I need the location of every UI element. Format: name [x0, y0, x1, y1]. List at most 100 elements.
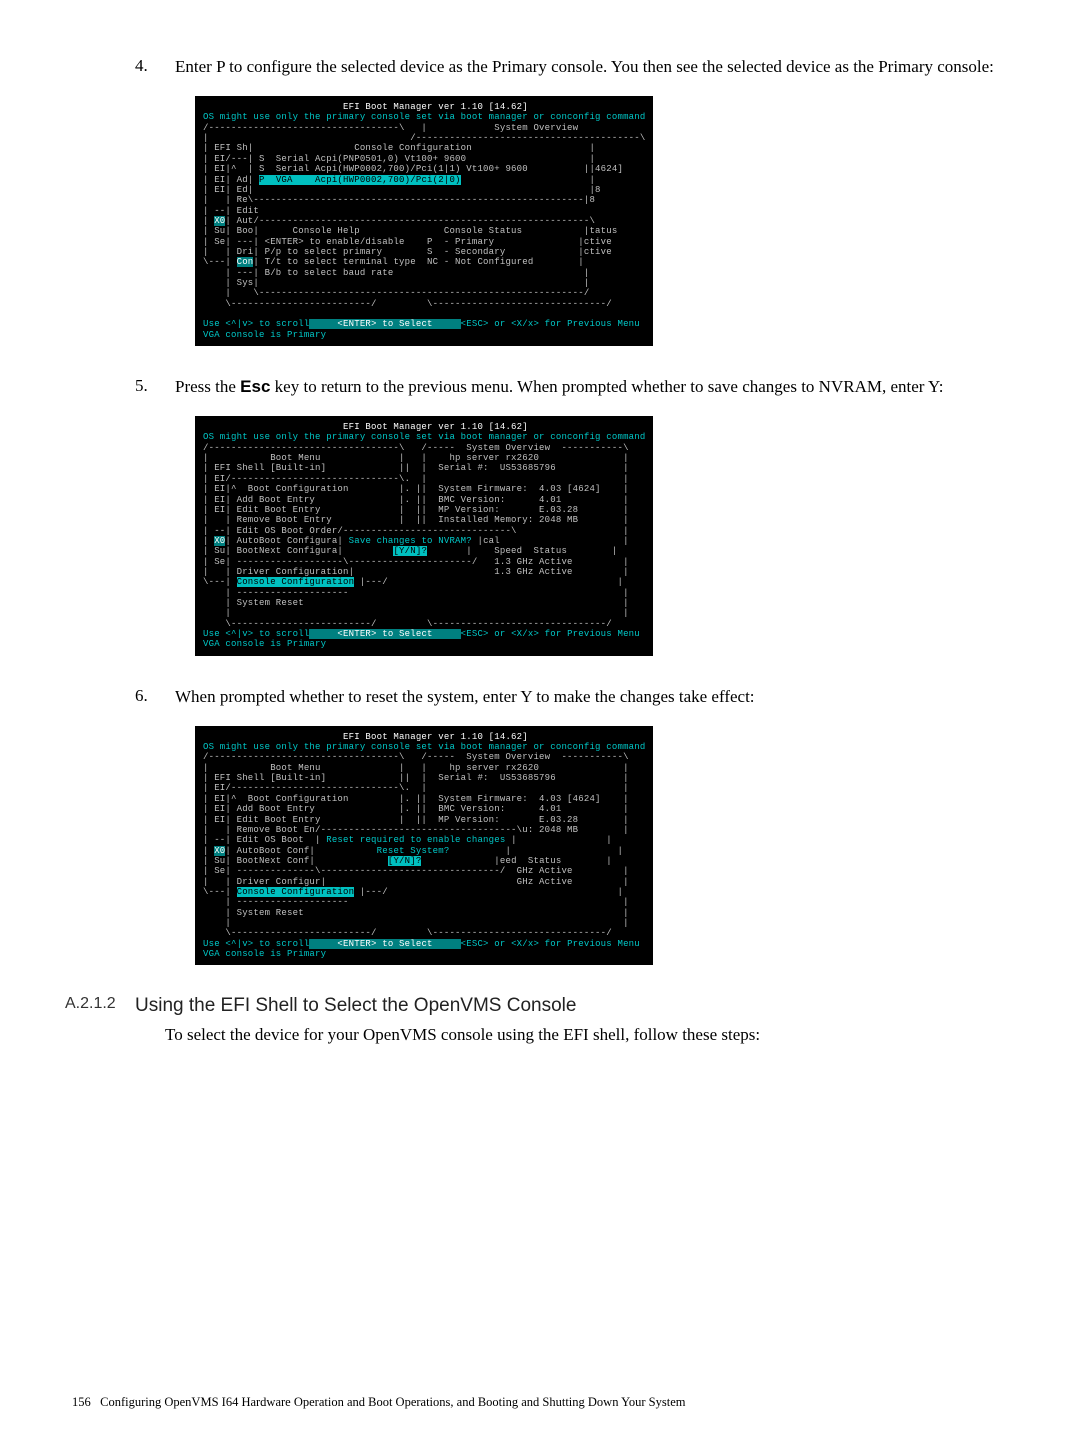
term3-warn: OS might use only the primary console se…	[203, 742, 645, 752]
term3-x0: X0	[214, 846, 225, 856]
term3-l14b: |---/ |	[354, 887, 623, 897]
term2-l03: | EFI Shell [Built-in] || | Serial #: US…	[203, 463, 629, 473]
term1-l14: \---|	[203, 257, 237, 267]
term3-l12: | Se| --------------\-------------------…	[203, 866, 629, 876]
step-6-text: When prompted whether to reset the syste…	[175, 686, 1008, 708]
term3-l05: | EI|^ Boot Configuration |. || System F…	[203, 794, 629, 804]
term3-title: EFI Boot Manager ver 1.10 [14.62]	[203, 732, 528, 742]
term1-l05: | EI|^ | S Serial Acpi(HWP0002,700)/Pci(…	[203, 164, 623, 174]
term1-l09: | --| Edit	[203, 206, 259, 216]
term1-selected-vga: P VGA Acpi(HWP0002,700)/Pci(2|0)	[259, 175, 461, 185]
term1-l14b: | T/t to select terminal type NC - Not C…	[253, 257, 583, 267]
terminal-3-wrap: EFI Boot Manager ver 1.10 [14.62] OS mig…	[195, 726, 1008, 966]
term3-l09: | --| Edit OS Boot |	[203, 835, 326, 845]
term2-l10b: | AutoBoot Configura|	[225, 536, 348, 546]
term3-l02: | Boot Menu | | hp server rx2620 |	[203, 763, 629, 773]
term2-l17: | |	[203, 608, 629, 618]
step-5: 5. Press the Esc key to return to the pr…	[115, 376, 1008, 398]
term3-l13: | | Driver Configur| GHz Active |	[203, 877, 629, 887]
term3-l17: | |	[203, 918, 629, 928]
term1-l07: | EI| Ed| |8	[203, 185, 601, 195]
term1-con: Con	[237, 257, 254, 267]
term2-l06: | EI| Add Boot Entry |. || BMC Version: …	[203, 495, 629, 505]
section-heading: A.2.1.2 Using the EFI Shell to Select th…	[65, 995, 1008, 1017]
term3-l10: |	[203, 846, 214, 856]
term2-l10: |	[203, 536, 214, 546]
term3-l10b: | AutoBoot Conf|	[225, 846, 376, 856]
term2-l14: \---|	[203, 577, 237, 587]
step-4-number: 4.	[115, 56, 175, 78]
term2-l05: | EI|^ Boot Configuration |. || System F…	[203, 484, 629, 494]
term1-l12: | Se| ---| <ENTER> to enable/disable P -…	[203, 237, 612, 247]
step-6: 6. When prompted whether to reset the sy…	[115, 686, 1008, 708]
term1-l10b: | Aut/----------------------------------…	[225, 216, 595, 226]
term2-l01: /----------------------------------\ /--…	[203, 443, 629, 453]
term2-l09: | --| Edit OS Boot Order/---------------…	[203, 526, 629, 536]
term2-f2: VGA console is Primary	[203, 639, 326, 649]
page-footer: 156 Configuring OpenVMS I64 Hardware Ope…	[72, 1395, 686, 1410]
term3-l07: | EI| Edit Boot Entry | || MP Version: E…	[203, 815, 629, 825]
term2-x0: X0	[214, 536, 225, 546]
term3-l04: | EI/------------------------------\. | …	[203, 783, 629, 793]
term3-l03: | EFI Shell [Built-in] || | Serial #: US…	[203, 773, 629, 783]
term2-l10d: |cal |	[472, 536, 629, 546]
step-5-before: Press the	[175, 377, 240, 396]
term2-f1b: <ENTER> to Select	[309, 629, 460, 639]
term3-l06: | EI| Add Boot Entry |. || BMC Version: …	[203, 804, 629, 814]
terminal-1-wrap: EFI Boot Manager ver 1.10 [14.62] OS mig…	[195, 96, 1008, 346]
heading-title: Using the EFI Shell to Select the OpenVM…	[135, 995, 576, 1017]
term1-f1c: <ESC> or <X/x> for Previous Menu	[461, 319, 640, 329]
term3-reset-prompt: Reset System?	[377, 846, 450, 856]
term2-l08: | | Remove Boot Entry | || Installed Mem…	[203, 515, 629, 525]
term2-f1c: <ESC> or <X/x> for Previous Menu	[461, 629, 640, 639]
term2-l11b: | Speed Status |	[427, 546, 617, 556]
term3-f1a: Use <^|v> to scroll	[203, 939, 309, 949]
term1-l06c: |	[461, 175, 595, 185]
term1-l16: | Sys| |	[203, 278, 589, 288]
step-6-number: 6.	[115, 686, 175, 708]
term2-l13: | | Driver Configuration| 1.3 GHz Active…	[203, 567, 629, 577]
term1-l10: |	[203, 216, 214, 226]
term1-l06: | EI| Ad|	[203, 175, 259, 185]
term1-f1b: <ENTER> to Select	[309, 319, 460, 329]
term1-x0: X0	[214, 216, 225, 226]
step-5-text: Press the Esc key to return to the previ…	[175, 376, 1008, 398]
term2-l18: \-------------------------/ \-----------…	[203, 619, 612, 629]
step-5-after: key to return to the previous menu. When…	[270, 377, 943, 396]
terminal-3: EFI Boot Manager ver 1.10 [14.62] OS mig…	[195, 726, 653, 966]
terminal-2-wrap: EFI Boot Manager ver 1.10 [14.62] OS mig…	[195, 416, 1008, 656]
term2-l02: | Boot Menu | | hp server rx2620 |	[203, 453, 629, 463]
term2-console-config: Console Configuration	[237, 577, 355, 587]
term2-yn: [Y/N]?	[393, 546, 427, 556]
step-4-text: Enter P to configure the selected device…	[175, 56, 1008, 78]
term1-l02: | /-------------------------------------…	[203, 133, 645, 143]
term2-l14b: |---/ |	[354, 577, 623, 587]
term3-l11: | Su| BootNext Conf|	[203, 856, 388, 866]
term1-l08: | | Re\---------------------------------…	[203, 195, 595, 205]
term3-l01: /----------------------------------\ /--…	[203, 752, 629, 762]
term3-l18: \-------------------------/ \-----------…	[203, 928, 612, 938]
term2-title: EFI Boot Manager ver 1.10 [14.62]	[203, 422, 528, 432]
term1-f1a: Use <^|v> to scroll	[203, 319, 309, 329]
terminal-1: EFI Boot Manager ver 1.10 [14.62] OS mig…	[195, 96, 653, 346]
term1-l15: | ---| B/b to select baud rate |	[203, 268, 589, 278]
term2-l12: | Se| -------------------\--------------…	[203, 557, 629, 567]
footer-title: Configuring OpenVMS I64 Hardware Operati…	[100, 1395, 685, 1409]
term2-l15: | -------------------- |	[203, 588, 629, 598]
step-5-number: 5.	[115, 376, 175, 398]
term3-console-config: Console Configuration	[237, 887, 355, 897]
term1-f2: VGA console is Primary	[203, 330, 326, 340]
term3-l15: | -------------------- |	[203, 897, 629, 907]
terminal-2: EFI Boot Manager ver 1.10 [14.62] OS mig…	[195, 416, 653, 656]
term3-l08: | | Remove Boot En/---------------------…	[203, 825, 629, 835]
term1-l03: | EFI Sh| Console Configuration |	[203, 143, 595, 153]
term1-l18: \-------------------------/ \-----------…	[203, 299, 612, 309]
term2-warn: OS might use only the primary console se…	[203, 432, 645, 442]
term1-title: EFI Boot Manager ver 1.10 [14.62]	[203, 102, 528, 112]
term3-l10d: | |	[449, 846, 623, 856]
term3-f2: VGA console is Primary	[203, 949, 326, 959]
step-4: 4. Enter P to configure the selected dev…	[115, 56, 1008, 78]
term2-l07: | EI| Edit Boot Entry | || MP Version: E…	[203, 505, 629, 515]
term1-l01: /----------------------------------\ | S…	[203, 123, 640, 133]
term3-f1c: <ESC> or <X/x> for Previous Menu	[461, 939, 640, 949]
